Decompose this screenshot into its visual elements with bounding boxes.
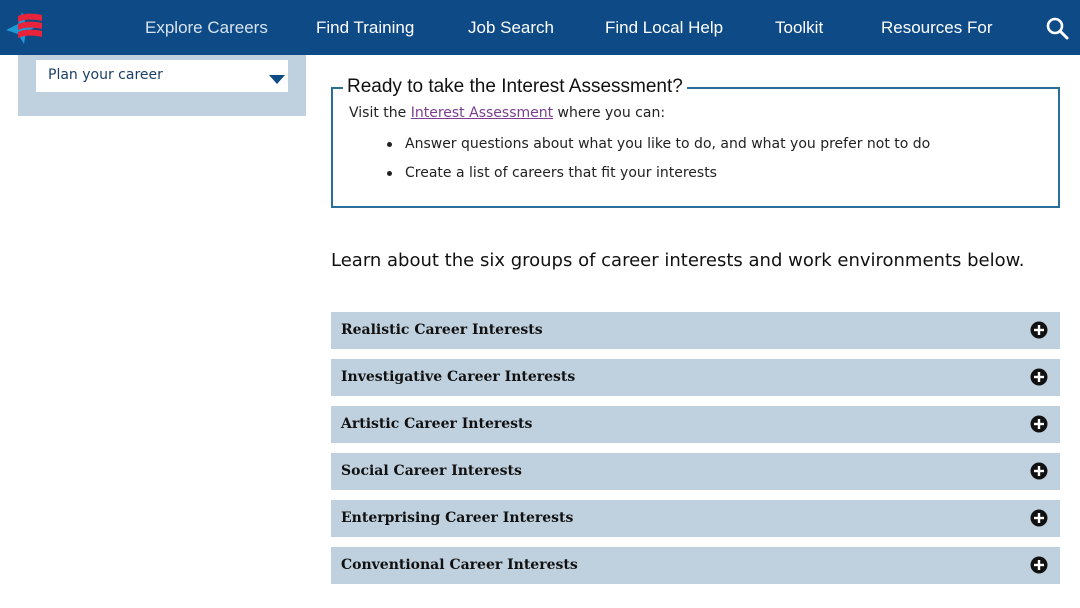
accordion-artistic[interactable]: Artistic Career Interests	[331, 406, 1060, 443]
sidebar-panel: Plan your career	[18, 55, 306, 116]
plus-circle-icon	[1030, 321, 1048, 339]
dropdown-selected-value: Plan your career	[48, 67, 163, 83]
plus-circle-icon	[1030, 368, 1048, 386]
nav-job-search[interactable]: Job Search	[468, 0, 554, 55]
nav-resources-for[interactable]: Resources For	[881, 0, 992, 55]
accordion-label: Artistic Career Interests	[341, 416, 533, 432]
search-icon[interactable]	[1045, 16, 1069, 40]
callout-bullet-list: Answer questions about what you like to …	[387, 134, 930, 192]
accordion-label: Realistic Career Interests	[341, 322, 543, 338]
plus-circle-icon	[1030, 509, 1048, 527]
assessment-callout: Ready to take the Interest Assessment? V…	[331, 76, 1060, 208]
plus-circle-icon	[1030, 462, 1048, 480]
interest-assessment-link[interactable]: Interest Assessment	[411, 105, 553, 121]
accordion-label: Enterprising Career Interests	[341, 510, 574, 526]
plus-circle-icon	[1030, 415, 1048, 433]
accordion-investigative[interactable]: Investigative Career Interests	[331, 359, 1060, 396]
top-navigation: Explore Careers Find Training Job Search…	[0, 0, 1080, 55]
nav-find-local-help[interactable]: Find Local Help	[605, 0, 723, 55]
accordion-enterprising[interactable]: Enterprising Career Interests	[331, 500, 1060, 537]
callout-intro: Visit the Interest Assessment where you …	[349, 105, 665, 121]
nav-explore-careers[interactable]: Explore Careers	[145, 0, 268, 55]
callout-title: Ready to take the Interest Assessment?	[343, 76, 687, 98]
nav-find-training[interactable]: Find Training	[316, 0, 414, 55]
intro-text-before: Visit the	[349, 105, 411, 121]
accordion-label: Social Career Interests	[341, 463, 522, 479]
plan-career-dropdown[interactable]: Plan your career	[36, 60, 288, 92]
accordion-social[interactable]: Social Career Interests	[331, 453, 1060, 490]
chevron-down-icon	[269, 70, 285, 84]
learn-intro-text: Learn about the six groups of career int…	[331, 250, 1025, 271]
site-logo-icon[interactable]	[4, 10, 46, 46]
plus-circle-icon	[1030, 556, 1048, 574]
list-item: Answer questions about what you like to …	[387, 134, 930, 163]
accordion-label: Conventional Career Interests	[341, 557, 578, 573]
accordion-conventional[interactable]: Conventional Career Interests	[331, 547, 1060, 584]
accordion-label: Investigative Career Interests	[341, 369, 576, 385]
accordion-realistic[interactable]: Realistic Career Interests	[331, 312, 1060, 349]
list-item: Create a list of careers that fit your i…	[387, 163, 930, 192]
nav-toolkit[interactable]: Toolkit	[775, 0, 823, 55]
intro-text-after: where you can:	[553, 105, 666, 121]
